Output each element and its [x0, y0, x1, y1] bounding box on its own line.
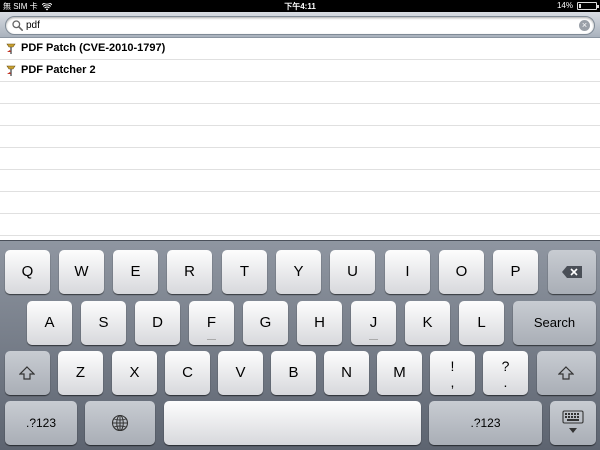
key-a[interactable]: A [27, 301, 72, 345]
search-bar: × [0, 12, 600, 38]
key-s[interactable]: S [81, 301, 126, 345]
list-item[interactable]: PDF Patch (CVE-2010-1797) [0, 38, 600, 60]
hide-keyboard-icon [562, 410, 584, 433]
battery-percent: 14% [556, 1, 573, 10]
empty-row [0, 192, 600, 214]
empty-row [0, 170, 600, 192]
key-b[interactable]: B [271, 351, 316, 395]
key-m[interactable]: M [377, 351, 422, 395]
pin-icon [6, 43, 16, 54]
globe-icon [111, 414, 129, 432]
key-n[interactable]: N [324, 351, 369, 395]
key-punct2-top: ? [501, 358, 510, 374]
empty-row [0, 82, 600, 104]
key-f[interactable]: F [189, 301, 234, 345]
key-t[interactable]: T [222, 250, 267, 294]
key-punct1-top: ! [450, 358, 455, 374]
key-i[interactable]: I [385, 250, 430, 294]
battery-icon [577, 1, 599, 10]
key-h[interactable]: H [297, 301, 342, 345]
key-g[interactable]: G [243, 301, 288, 345]
key-j[interactable]: J [351, 301, 396, 345]
key-o[interactable]: O [439, 250, 484, 294]
key-f-label: F [206, 314, 217, 331]
numbers-key-right[interactable]: .?123 [429, 401, 542, 445]
key-z[interactable]: Z [58, 351, 103, 395]
key-d[interactable]: D [135, 301, 180, 345]
globe-key[interactable] [85, 401, 155, 445]
empty-row [0, 104, 600, 126]
shift-icon [558, 366, 574, 380]
keyboard: Q W E R T Y U I O P A S D F G H J K L Se… [0, 240, 600, 450]
hide-keyboard-key[interactable] [550, 401, 596, 445]
list-item[interactable]: PDF Patcher 2 [0, 60, 600, 82]
key-u[interactable]: U [330, 250, 375, 294]
search-input[interactable] [26, 18, 576, 33]
empty-row [0, 148, 600, 170]
key-x[interactable]: X [112, 351, 157, 395]
shift-left-key[interactable] [5, 351, 50, 395]
key-punct2-bottom: . [503, 374, 508, 390]
search-field[interactable]: × [5, 16, 595, 35]
key-j-label: J [369, 314, 378, 331]
backspace-icon [562, 266, 582, 278]
status-bar: 無 SIM 卡 下午4:11 14% [0, 0, 600, 12]
key-v[interactable]: V [218, 351, 263, 395]
key-w[interactable]: W [59, 250, 104, 294]
key-q[interactable]: Q [5, 250, 50, 294]
magnifier-icon [12, 20, 23, 31]
shift-right-key[interactable] [537, 351, 596, 395]
backspace-key[interactable] [548, 250, 596, 294]
clear-icon[interactable]: × [579, 20, 590, 31]
key-l[interactable]: L [459, 301, 504, 345]
key-k[interactable]: K [405, 301, 450, 345]
space-bar[interactable] [164, 401, 421, 445]
search-button[interactable]: Search [513, 301, 596, 345]
key-question-period[interactable]: ? . [483, 351, 528, 395]
numbers-key-left[interactable]: .?123 [5, 401, 77, 445]
status-time: 下午4:11 [284, 2, 316, 11]
key-exclaim-comma[interactable]: ! , [430, 351, 475, 395]
results-list: PDF Patch (CVE-2010-1797) PDF Patcher 2 [0, 38, 600, 240]
empty-row [0, 214, 600, 236]
key-p[interactable]: P [493, 250, 538, 294]
pin-icon [6, 65, 16, 76]
empty-row [0, 126, 600, 148]
key-punct1-bottom: , [450, 374, 455, 390]
list-item-label: PDF Patch (CVE-2010-1797) [21, 42, 166, 54]
shift-icon [19, 366, 35, 380]
key-c[interactable]: C [165, 351, 210, 395]
list-item-label: PDF Patcher 2 [21, 64, 96, 76]
key-e[interactable]: E [113, 250, 158, 294]
key-y[interactable]: Y [276, 250, 321, 294]
key-r[interactable]: R [167, 250, 212, 294]
